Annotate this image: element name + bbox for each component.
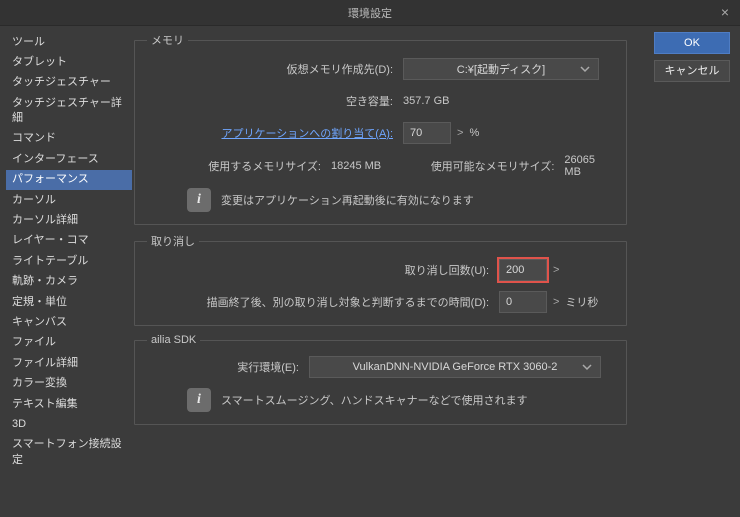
sidebar-item[interactable]: レイヤー・コマ <box>6 231 132 251</box>
sidebar-item[interactable]: インターフェース <box>6 149 132 169</box>
sdk-group: ailia SDK 実行環境(E): VulkanDNN-NVIDIA GeFo… <box>134 334 627 425</box>
sidebar-item[interactable]: ツール <box>6 32 132 52</box>
undo-delay-stepper[interactable]: > <box>547 296 565 308</box>
undo-delay-input[interactable] <box>499 291 547 313</box>
used-memory-value: 18245 MB <box>331 160 410 172</box>
sidebar-item[interactable]: タッチジェスチャー詳細 <box>6 93 132 129</box>
allocation-input[interactable] <box>403 122 451 144</box>
undo-delay-label: 描画終了後、別の取り消し対象と判断するまでの時間(D): <box>147 294 499 310</box>
sidebar-item[interactable]: タブレット <box>6 52 132 72</box>
chevron-down-icon <box>580 64 590 74</box>
allocation-unit: % <box>469 127 479 139</box>
sdk-env-label: 実行環境(E): <box>147 359 309 375</box>
avail-memory-label: 使用可能なメモリサイズ: <box>410 158 564 174</box>
undo-count-label: 取り消し回数(U): <box>147 262 499 278</box>
undo-group: 取り消し 取り消し回数(U): > 描画終了後、別の取り消し対象と判断するまでの… <box>134 233 627 326</box>
undo-legend: 取り消し <box>147 233 199 249</box>
titlebar: 環境設定 × <box>0 0 740 26</box>
sidebar-item[interactable]: ファイル詳細 <box>6 353 132 373</box>
close-icon[interactable]: × <box>716 3 734 21</box>
used-memory-label: 使用するメモリサイズ: <box>147 158 331 174</box>
virtual-memory-select[interactable]: C:¥[起動ディスク] <box>403 58 599 80</box>
sidebar-item[interactable]: カーソル詳細 <box>6 211 132 231</box>
sdk-env-select[interactable]: VulkanDNN-NVIDIA GeForce RTX 3060-2 <box>309 356 601 378</box>
window-title: 環境設定 <box>348 5 392 21</box>
info-icon: i <box>187 388 211 412</box>
undo-delay-unit: ミリ秒 <box>565 294 598 310</box>
virtual-memory-label: 仮想メモリ作成先(D): <box>147 61 403 77</box>
allocation-stepper[interactable]: > <box>451 127 469 139</box>
undo-count-input[interactable] <box>499 259 547 281</box>
sidebar-item[interactable]: パフォーマンス <box>6 170 132 190</box>
free-space-value: 357.7 GB <box>403 95 449 107</box>
cancel-button[interactable]: キャンセル <box>654 60 730 82</box>
sidebar-item[interactable]: スマートフォン接続設定 <box>6 435 132 471</box>
sidebar-item[interactable]: カーソル <box>6 190 132 210</box>
sidebar-item[interactable]: 軌跡・カメラ <box>6 272 132 292</box>
sidebar-item[interactable]: テキスト編集 <box>6 394 132 414</box>
action-buttons: OK キャンセル <box>654 26 740 517</box>
memory-group: メモリ 仮想メモリ作成先(D): C:¥[起動ディスク] 空き容量: 357.7… <box>134 32 627 225</box>
sdk-info-text: スマートスムージング、ハンドスキャナーなどで使用されます <box>221 392 527 408</box>
virtual-memory-value: C:¥[起動ディスク] <box>457 61 545 77</box>
free-space-label: 空き容量: <box>147 93 403 109</box>
undo-count-stepper[interactable]: > <box>547 264 565 276</box>
sdk-env-value: VulkanDNN-NVIDIA GeForce RTX 3060-2 <box>353 361 558 373</box>
ok-button[interactable]: OK <box>654 32 730 54</box>
memory-info-text: 変更はアプリケーション再起動後に有効になります <box>221 192 474 208</box>
avail-memory-value: 26065 MB <box>564 154 614 178</box>
sidebar-item[interactable]: ライトテーブル <box>6 251 132 271</box>
info-icon: i <box>187 188 211 212</box>
sdk-legend: ailia SDK <box>147 334 200 346</box>
sidebar: ツールタブレットタッチジェスチャータッチジェスチャー詳細コマンドインターフェース… <box>6 26 134 517</box>
chevron-down-icon <box>582 362 592 372</box>
memory-legend: メモリ <box>147 32 188 48</box>
sidebar-item[interactable]: 3D <box>6 414 132 434</box>
sidebar-item[interactable]: タッチジェスチャー <box>6 73 132 93</box>
sidebar-item[interactable]: カラー変換 <box>6 374 132 394</box>
sidebar-item[interactable]: ファイル <box>6 333 132 353</box>
allocation-link[interactable]: アプリケーションへの割り当て(A): <box>222 128 394 140</box>
sidebar-item[interactable]: キャンバス <box>6 312 132 332</box>
sidebar-item[interactable]: コマンド <box>6 129 132 149</box>
sidebar-item[interactable]: 定規・単位 <box>6 292 132 312</box>
